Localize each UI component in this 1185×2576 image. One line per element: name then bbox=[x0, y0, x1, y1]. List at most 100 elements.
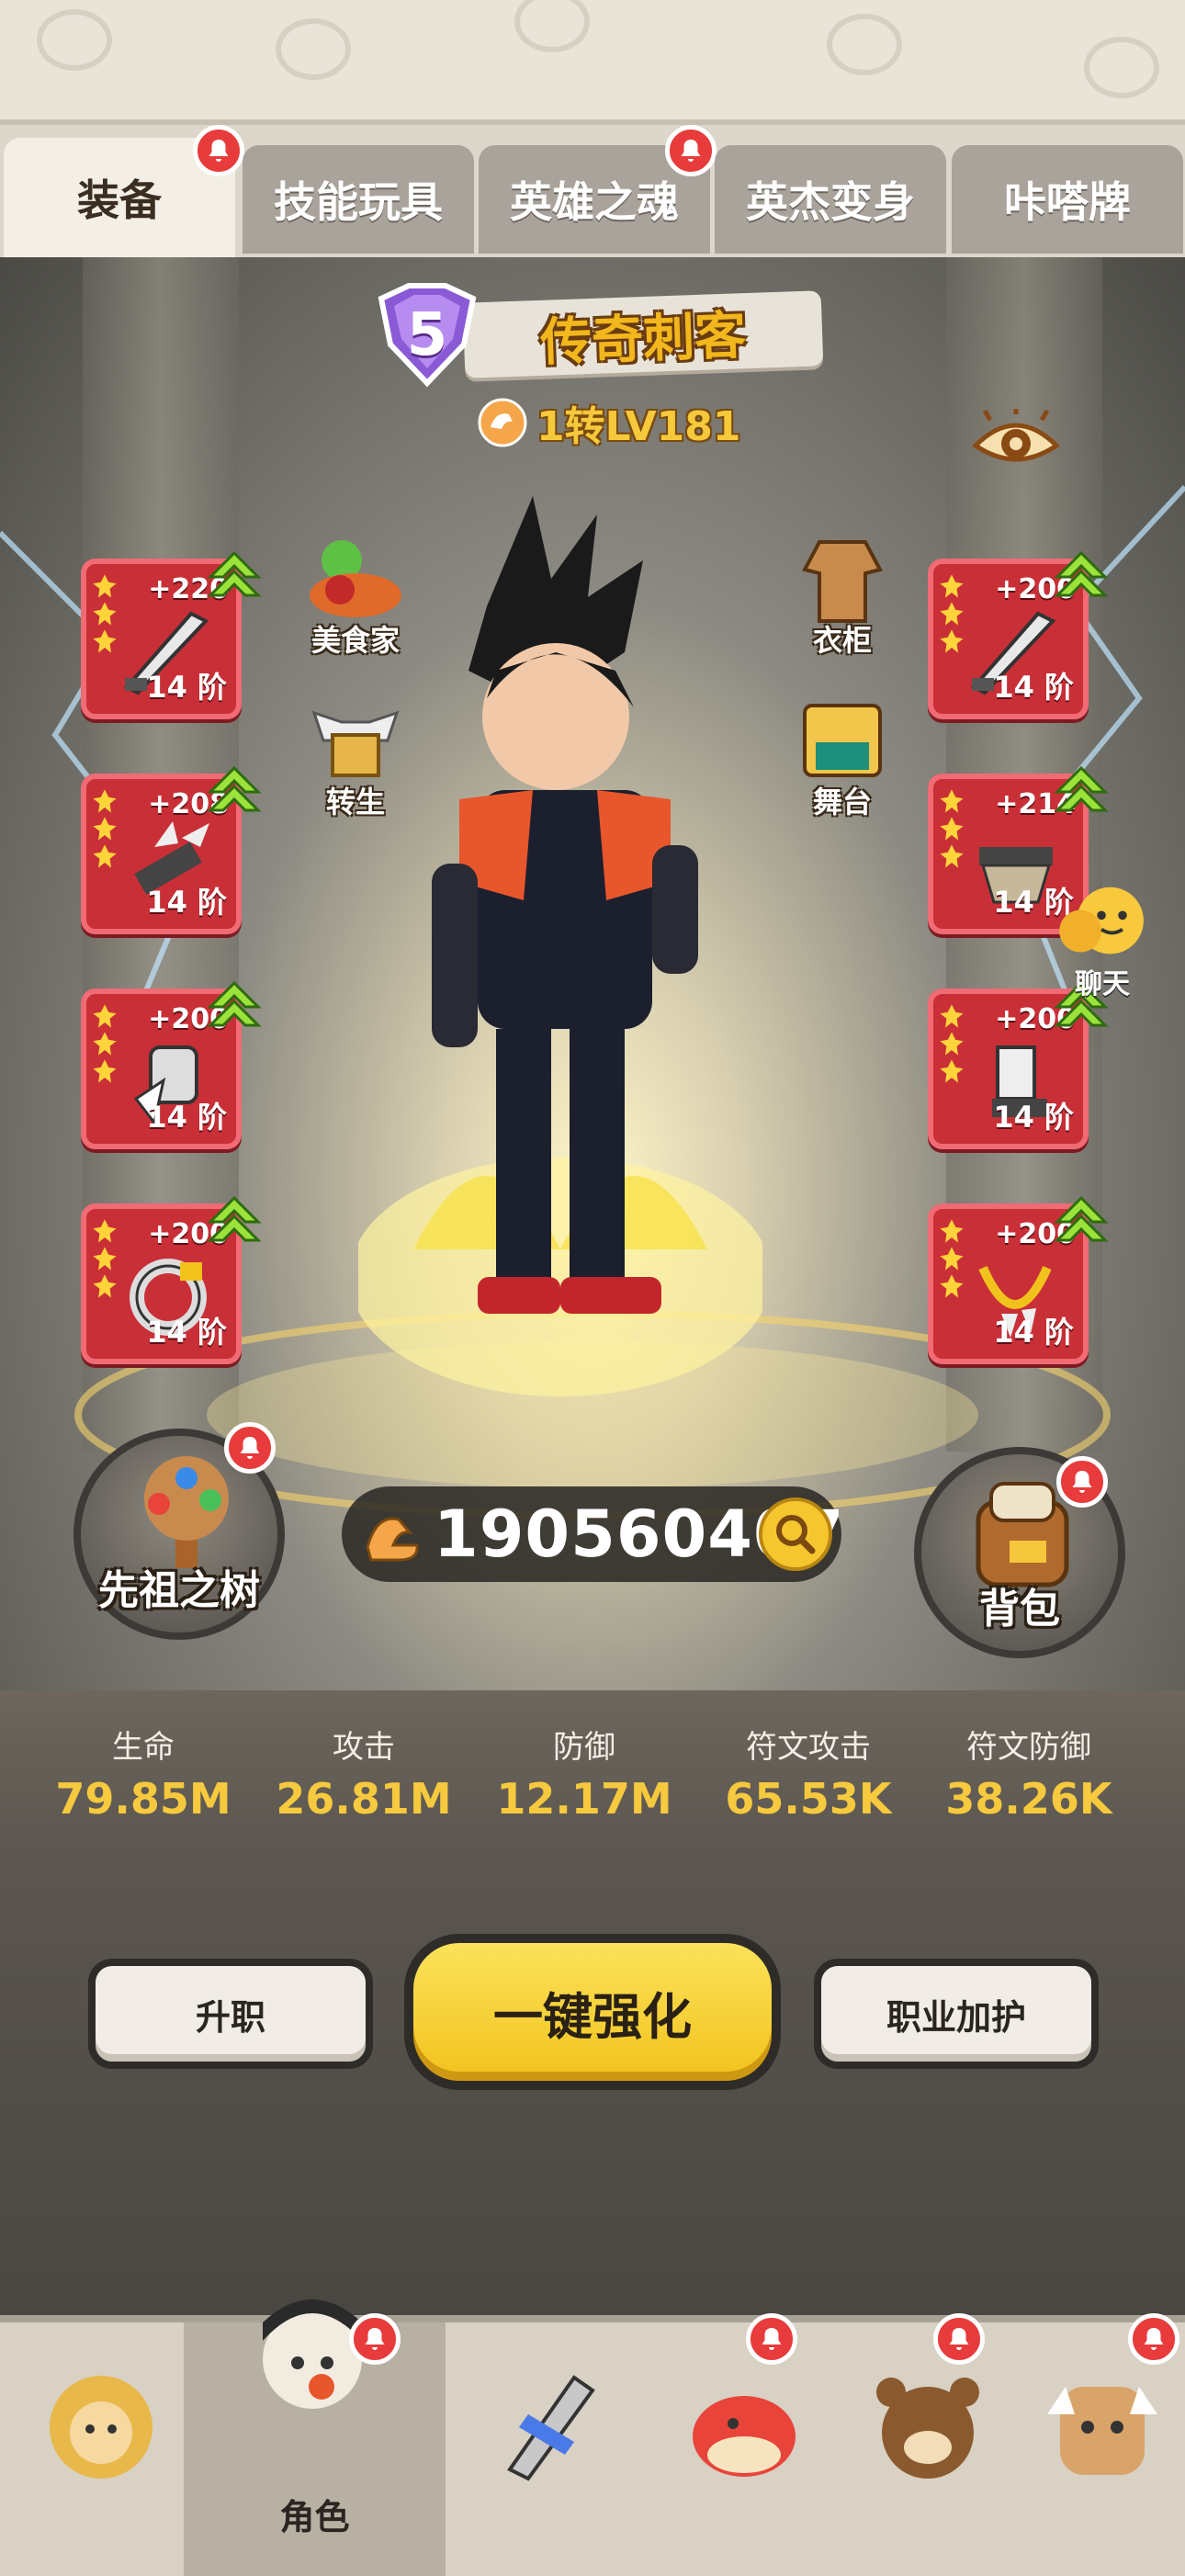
equip-tier: 14 阶 bbox=[993, 1100, 1074, 1135]
upgrade-arrow-icon bbox=[207, 980, 262, 1027]
star-rating bbox=[92, 1003, 118, 1084]
equip-slot-left-3[interactable]: +200 14 阶 bbox=[81, 980, 262, 1149]
equip-slot-right-4[interactable]: +200 14 阶 bbox=[928, 1195, 1109, 1364]
stage-label: 舞台 bbox=[812, 785, 872, 819]
stat-value: 38.26K bbox=[945, 1774, 1112, 1824]
stat-value: 26.81M bbox=[276, 1774, 452, 1824]
stat-rune-attack: 符文攻击 65.53K bbox=[698, 1722, 919, 1824]
equip-slot-left-1[interactable]: +220 14 阶 bbox=[81, 550, 262, 719]
equip-tier: 14 阶 bbox=[146, 1315, 227, 1350]
stat-label: 符文防御 bbox=[966, 1729, 1091, 1766]
equip-tier: 14 阶 bbox=[146, 1100, 227, 1135]
hero-title-badge: 传奇刺客 5 bbox=[363, 280, 824, 388]
star-rating bbox=[92, 573, 118, 654]
hero-level-text: 1转LV181 bbox=[536, 403, 741, 450]
bear-icon bbox=[876, 2378, 979, 2479]
chat-button[interactable]: 聊天 bbox=[1038, 882, 1167, 1001]
equip-slot-right-3[interactable]: +200 14 阶 bbox=[928, 980, 1109, 1149]
bell-icon bbox=[746, 2313, 797, 2365]
combat-power-bar: 190560407 bbox=[342, 1486, 843, 1582]
stat-label: 防御 bbox=[553, 1729, 615, 1766]
stat-rune-defense: 符文防御 38.26K bbox=[919, 1722, 1139, 1824]
stage-button[interactable]: 舞台 bbox=[773, 695, 911, 832]
stage-icon bbox=[803, 704, 882, 777]
bag-label: 背包 bbox=[979, 1586, 1060, 1633]
eye-icon[interactable] bbox=[972, 405, 1060, 475]
equip-tier: 14 阶 bbox=[993, 1315, 1074, 1350]
star-rating bbox=[92, 788, 118, 869]
tab-hero-transform[interactable]: 英杰变身 bbox=[715, 145, 946, 254]
bottom-nav: 角色 bbox=[0, 2299, 1185, 2576]
nav-lion[interactable] bbox=[0, 2322, 198, 2576]
upgrade-arrow-icon bbox=[1054, 765, 1109, 812]
tab-skill-toys[interactable]: 技能玩具 bbox=[243, 145, 474, 254]
star-rating bbox=[939, 1218, 965, 1299]
stat-label: 生命 bbox=[112, 1729, 175, 1766]
stat-hp: 生命 79.85M bbox=[33, 1722, 254, 1824]
equip-tier: 14 阶 bbox=[993, 670, 1074, 705]
tab-card[interactable]: 咔嗒牌 bbox=[952, 145, 1183, 254]
star-rating bbox=[939, 788, 965, 869]
star-rating bbox=[939, 573, 965, 654]
bell-icon bbox=[193, 125, 244, 176]
nav-character[interactable]: 角色 bbox=[184, 2299, 446, 2576]
wardrobe-icon bbox=[802, 540, 883, 623]
one-click-enhance-button[interactable]: 一键强化 bbox=[404, 1934, 781, 2090]
power-detail-button[interactable] bbox=[759, 1497, 832, 1571]
tab-label: 英杰变身 bbox=[746, 177, 915, 227]
nav-weapon[interactable] bbox=[446, 2322, 643, 2576]
tree-icon bbox=[144, 1456, 229, 1568]
tab-label: 英雄之魂 bbox=[510, 177, 679, 227]
tab-label: 咔嗒牌 bbox=[1004, 177, 1131, 227]
bell-icon bbox=[933, 2313, 985, 2365]
equip-slot-left-2[interactable]: +208 14 阶 bbox=[81, 765, 262, 934]
ogre-icon bbox=[1047, 2387, 1157, 2475]
upgrade-arrow-icon bbox=[207, 1195, 262, 1242]
muscle-arm-icon bbox=[366, 1517, 419, 1562]
stat-value: 79.85M bbox=[55, 1774, 231, 1824]
chat-label: 聊天 bbox=[1075, 968, 1130, 1000]
equip-slot-left-4[interactable]: +200 14 阶 bbox=[81, 1195, 262, 1364]
bell-icon bbox=[1128, 2313, 1179, 2365]
stat-defense: 防御 12.17M bbox=[474, 1722, 694, 1824]
stat-label: 符文攻击 bbox=[746, 1729, 871, 1766]
arm-icon bbox=[478, 398, 527, 447]
upgrade-arrow-icon bbox=[207, 765, 262, 812]
stat-value: 65.53K bbox=[725, 1774, 892, 1824]
hero-character bbox=[358, 496, 762, 1396]
tab-bar: 装备 技能玩具 英雄之魂 英杰变身 咔嗒牌 bbox=[0, 119, 1185, 263]
emoji-icon bbox=[1059, 887, 1144, 955]
hero-level: 1转LV181 bbox=[478, 395, 741, 450]
rank-shield-icon: 5 bbox=[363, 280, 491, 390]
tab-label: 装备 bbox=[77, 175, 162, 225]
nav-label: 角色 bbox=[279, 2497, 350, 2537]
bell-icon bbox=[224, 1422, 276, 1474]
top-decoration bbox=[0, 0, 1185, 119]
stat-label: 攻击 bbox=[333, 1729, 395, 1766]
equip-slot-right-1[interactable]: +200 14 阶 bbox=[928, 550, 1109, 719]
ancestor-tree-label: 先祖之树 bbox=[98, 1567, 260, 1614]
equip-tier: 14 阶 bbox=[146, 885, 227, 920]
equip-tier: 14 阶 bbox=[146, 670, 227, 705]
nav-dragon[interactable] bbox=[643, 2322, 841, 2576]
upgrade-arrow-icon bbox=[1054, 1195, 1109, 1242]
weapon-icon bbox=[507, 2375, 595, 2481]
star-rating bbox=[92, 1218, 118, 1299]
wardrobe-button[interactable]: 衣柜 bbox=[773, 533, 911, 671]
star-rating bbox=[939, 1003, 965, 1084]
upgrade-arrow-icon bbox=[207, 550, 262, 597]
wardrobe-label: 衣柜 bbox=[812, 623, 872, 658]
nav-bear[interactable] bbox=[827, 2322, 1024, 2576]
stat-attack: 攻击 26.81M bbox=[254, 1722, 474, 1824]
lion-icon bbox=[50, 2376, 152, 2479]
job-protection-button[interactable]: 职业加护 bbox=[814, 1959, 1099, 2069]
dragon-icon bbox=[693, 2396, 796, 2477]
tab-label: 技能玩具 bbox=[274, 177, 443, 227]
bell-icon bbox=[1056, 1456, 1108, 1508]
search-icon bbox=[776, 1515, 816, 1554]
stat-value: 12.17M bbox=[496, 1774, 672, 1824]
hero-class-title: 传奇刺客 bbox=[462, 290, 824, 378]
promote-button[interactable]: 升职 bbox=[88, 1959, 373, 2069]
stats-panel: 生命 79.85M 攻击 26.81M 防御 12.17M 符文攻击 65.53… bbox=[0, 1690, 1185, 1856]
bell-icon bbox=[349, 2313, 401, 2365]
